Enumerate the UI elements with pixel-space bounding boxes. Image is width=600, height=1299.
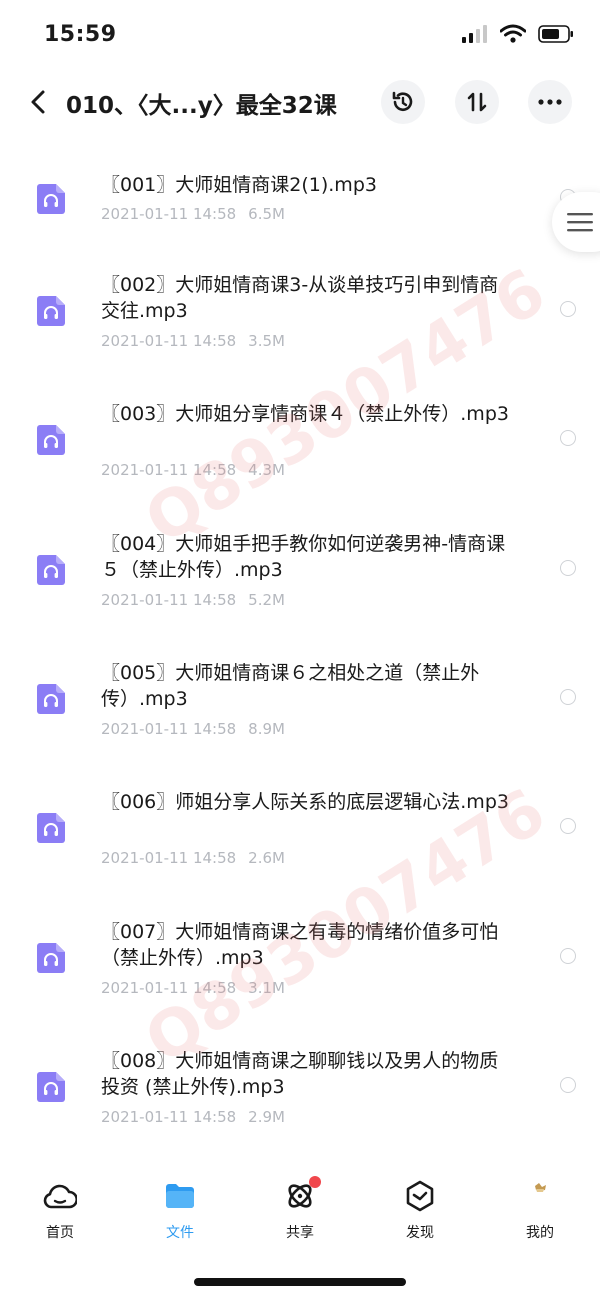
file-meta: 2021-01-11 14:58 2.9M [101,1108,285,1126]
menu-lines-icon [567,213,593,232]
file-name: 〖002〗大师姐情商课3-从谈单技巧引申到情商交往.mp3 [101,274,499,322]
battery-icon [538,25,573,43]
select-radio[interactable] [560,301,576,317]
list-item[interactable]: 〖006〗师姐分享人际关系的底层逻辑心法.mp3 2021-01-11 14:58… [0,789,600,918]
file-size: 2.6M [248,849,285,868]
audio-file-icon [37,942,65,973]
file-meta: 2021-01-11 14:58 6.5M [101,205,285,223]
list-item[interactable]: 〖002〗大师姐情商课3-从谈单技巧引申到情商交往.mp3 2021-01-11 … [0,272,600,401]
tab-label: 我的 [526,1225,554,1241]
file-date: 2021-01-11 14:58 [101,590,237,609]
select-radio[interactable] [560,688,576,705]
select-radio[interactable] [560,947,576,964]
file-name: 〖003〗大师姐分享情商课４（禁止外传）.mp3 [101,403,509,426]
list-item[interactable]: 〖005〗大师姐情商课６之相处之道（禁止外传）.mp3 2021-01-11 14… [0,660,600,789]
select-radio[interactable] [560,1076,576,1093]
file-size: 2.9M [248,1107,285,1126]
file-date: 2021-01-11 14:58 [101,1107,237,1126]
history-button[interactable] [381,80,425,124]
select-radio[interactable] [560,430,576,447]
avatar-icon [535,1183,546,1192]
status-bar: 15:59 [0,0,600,72]
file-name: 〖008〗大师姐情商课之聊聊钱以及男人的物质投资 (禁止外传).mp3 [101,1049,499,1098]
sort-icon [467,92,487,112]
file-meta: 2021-01-11 14:58 5.2M [101,591,285,609]
audio-file-icon [37,554,65,585]
file-date: 2021-01-11 14:58 [101,978,237,997]
file-size: 3.1M [248,978,285,997]
file-date: 2021-01-11 14:58 [101,719,237,738]
page-title: 010、〈大...y〉最全32课 [66,93,337,119]
file-meta: 2021-01-11 14:58 2.6M [101,849,285,867]
signal-icon [462,25,487,43]
notification-badge [309,1176,321,1188]
nav-bar: 010、〈大...y〉最全32课 [0,72,600,132]
status-icons [462,24,574,44]
tab-share[interactable]: 共享 [260,1176,340,1242]
file-name: 〖005〗大师姐情商课６之相处之道（禁止外传）.mp3 [101,661,480,710]
audio-file-icon [37,813,65,844]
audio-file-icon [37,683,65,714]
tab-home[interactable]: 首页 [20,1178,100,1242]
list-item[interactable]: 〖001〗大师姐情商课2(1).mp3 2021-01-11 14:58 6.5M [0,150,600,279]
list-item[interactable]: 〖004〗大师姐手把手教你如何逆袭男神-情商课５（禁止外传）.mp3 2021-0… [0,531,600,660]
audio-file-icon [37,1071,65,1102]
file-name: 〖006〗师姐分享人际关系的底层逻辑心法.mp3 [101,791,509,814]
file-size: 5.2M [248,590,285,609]
sort-button[interactable] [455,80,499,124]
tab-label: 共享 [286,1225,314,1241]
folder-icon [166,1184,194,1208]
file-size: 3.5M [248,332,285,350]
file-name: 〖007〗大师姐情商课之有毒的情绪价值多可怕（禁止外传）.mp3 [101,920,499,969]
tab-mine[interactable]: 我的 [500,1178,580,1242]
list-item[interactable]: 〖008〗大师姐情商课之聊聊钱以及男人的物质投资 (禁止外传).mp3 2021-… [0,1048,600,1177]
file-meta: 2021-01-11 14:58 3.1M [101,979,285,997]
more-icon [538,99,562,105]
file-meta: 2021-01-11 14:58 4.3M [101,461,285,479]
home-indicator[interactable] [194,1278,406,1286]
tab-label: 发现 [406,1225,434,1241]
tab-discover[interactable]: 发现 [380,1178,460,1242]
select-radio[interactable] [560,559,576,576]
history-icon [392,91,413,111]
list-item[interactable]: 〖003〗大师姐分享情商课４（禁止外传）.mp3 2021-01-11 14:58… [0,401,600,530]
audio-file-icon [37,184,65,214]
file-meta: 2021-01-11 14:58 8.9M [101,720,285,738]
tab-bar: 首页 文件 共享 发现 我的 [0,1170,600,1260]
audio-file-icon [37,425,65,456]
file-date: 2021-01-11 14:58 [101,332,237,350]
file-name: 〖004〗大师姐手把手教你如何逆袭男神-情商课５（禁止外传）.mp3 [101,532,506,581]
file-size: 6.5M [248,205,285,223]
tab-files[interactable]: 文件 [140,1178,220,1242]
file-date: 2021-01-11 14:58 [101,849,237,868]
file-size: 4.3M [248,461,285,480]
more-button[interactable] [528,80,572,124]
list-item[interactable]: 〖007〗大师姐情商课之有毒的情绪价值多可怕（禁止外传）.mp3 2021-01-… [0,919,600,1048]
wifi-icon [500,24,526,43]
file-date: 2021-01-11 14:58 [101,461,237,480]
home-cloud-icon [43,1184,77,1209]
file-name: 〖001〗大师姐情商课2(1).mp3 [101,174,377,196]
file-date: 2021-01-11 14:58 [101,205,237,223]
status-time: 15:59 [44,22,117,47]
tab-label: 文件 [166,1225,194,1241]
back-button[interactable] [22,84,54,120]
discover-compass-icon [406,1180,434,1212]
audio-file-icon [37,296,65,326]
tab-label: 首页 [46,1225,74,1241]
chevron-left-icon [31,90,45,114]
select-radio[interactable] [560,818,576,835]
file-size: 8.9M [248,719,285,738]
file-meta: 2021-01-11 14:58 3.5M [101,332,285,350]
